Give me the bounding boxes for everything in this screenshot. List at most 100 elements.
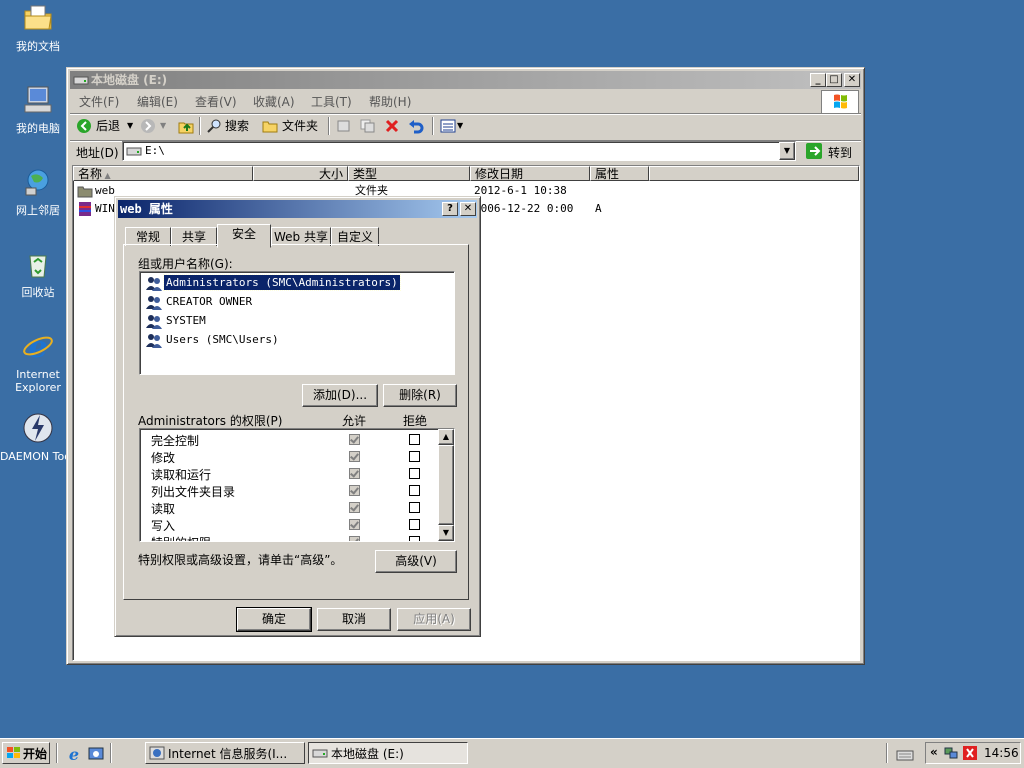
- language-bar-icon[interactable]: [896, 746, 914, 762]
- delete-button[interactable]: [382, 115, 402, 137]
- network-tray-icon[interactable]: [943, 745, 959, 761]
- user-item[interactable]: Administrators (SMC\Administrators): [142, 274, 454, 293]
- permission-row: 列出文件夹目录: [140, 482, 438, 499]
- views-button[interactable]: ▼: [438, 115, 466, 137]
- desktop-icon-my-documents[interactable]: 我的文档: [0, 2, 76, 53]
- scroll-thumb[interactable]: [438, 445, 454, 525]
- deny-column-label: 拒绝: [403, 414, 428, 428]
- user-item[interactable]: SYSTEM: [142, 312, 454, 331]
- move-to-icon: [337, 120, 350, 132]
- properties-dialog: web 属性 ? ✕ 常规 共享 安全 Web 共享 自定义 组或用户名称(G)…: [114, 196, 481, 637]
- column-size[interactable]: 大小: [253, 166, 348, 181]
- security-panel: 组或用户名称(G): Administrators (SMC\Administr…: [123, 244, 469, 600]
- dialog-titlebar[interactable]: web 属性 ? ✕: [118, 200, 477, 218]
- alert-tray-icon[interactable]: [962, 745, 978, 761]
- back-dropdown-icon[interactable]: ▼: [127, 115, 133, 137]
- address-input[interactable]: E:\ ▼: [122, 141, 796, 161]
- task-explorer-button[interactable]: 本地磁盘 (E:): [308, 742, 468, 764]
- views-dropdown-icon[interactable]: ▼: [457, 115, 463, 137]
- close-button[interactable]: ✕: [844, 73, 860, 87]
- taskbar: 开始 e Internet 信息服务(I... 本地磁盘 (E:) « 14:5…: [0, 738, 1024, 768]
- undo-button[interactable]: [406, 115, 426, 137]
- address-dropdown-button[interactable]: ▼: [779, 142, 795, 160]
- deny-checkbox[interactable]: [409, 468, 420, 479]
- menu-help[interactable]: 帮助(H): [369, 92, 411, 112]
- user-item[interactable]: CREATOR OWNER: [142, 293, 454, 312]
- user-item[interactable]: Users (SMC\Users): [142, 331, 454, 350]
- deny-checkbox[interactable]: [409, 485, 420, 496]
- go-button[interactable]: 转到: [803, 141, 857, 161]
- user-group-icon: [146, 334, 162, 348]
- file-attr: A: [595, 202, 602, 215]
- folders-button[interactable]: 文件夹: [260, 115, 322, 137]
- address-bar: 地址(D) E:\ ▼ 转到: [70, 141, 861, 163]
- permission-label: 列出文件夹目录: [151, 485, 236, 499]
- clock[interactable]: 14:56: [984, 746, 1019, 760]
- deny-checkbox[interactable]: [409, 451, 420, 462]
- remove-button[interactable]: 删除(R): [383, 384, 457, 407]
- users-list[interactable]: Administrators (SMC\Administrators) CREA…: [139, 271, 455, 375]
- add-button[interactable]: 添加(D)...: [302, 384, 378, 407]
- copy-to-button[interactable]: [358, 115, 378, 137]
- menu-tools[interactable]: 工具(T): [311, 92, 352, 112]
- deny-checkbox[interactable]: [409, 536, 420, 541]
- dialog-close-button[interactable]: ✕: [460, 202, 476, 216]
- undo-icon: [409, 120, 424, 134]
- desktop-icon-my-computer[interactable]: 我的电脑: [0, 84, 76, 135]
- allow-checkbox[interactable]: [349, 485, 360, 496]
- allow-checkbox[interactable]: [349, 451, 360, 462]
- move-to-button[interactable]: [334, 115, 354, 137]
- allow-checkbox[interactable]: [349, 536, 360, 541]
- desktop-icon-ie[interactable]: e Internet Explorer: [0, 330, 76, 394]
- scroll-up-button[interactable]: ▲: [438, 429, 454, 445]
- start-button[interactable]: 开始: [2, 742, 50, 764]
- allow-checkbox[interactable]: [349, 434, 360, 445]
- menu-favorites[interactable]: 收藏(A): [253, 92, 295, 112]
- allow-checkbox[interactable]: [349, 502, 360, 513]
- advanced-button[interactable]: 高级(V): [375, 550, 457, 573]
- forward-arrow-icon: [141, 119, 155, 133]
- help-button[interactable]: ?: [442, 202, 458, 216]
- quicklaunch-desktop-icon[interactable]: [88, 746, 104, 762]
- deny-checkbox[interactable]: [409, 502, 420, 513]
- forward-button[interactable]: ▼: [138, 115, 168, 137]
- up-folder-icon: [178, 122, 194, 134]
- go-arrow-icon: [806, 143, 822, 159]
- deny-checkbox[interactable]: [409, 519, 420, 530]
- cancel-button[interactable]: 取消: [317, 608, 391, 631]
- tray-expand-button[interactable]: «: [930, 745, 938, 759]
- search-button[interactable]: 搜索: [204, 115, 254, 137]
- menu-view[interactable]: 查看(V): [195, 92, 237, 112]
- quicklaunch-ie-icon[interactable]: e: [66, 746, 82, 762]
- desktop-icon-label: 我的文档: [16, 40, 60, 53]
- apply-button[interactable]: 应用(A): [397, 608, 471, 631]
- allow-checkbox[interactable]: [349, 519, 360, 530]
- minimize-button[interactable]: _: [810, 73, 826, 87]
- column-type[interactable]: 类型: [348, 166, 470, 181]
- column-attributes[interactable]: 属性: [590, 166, 649, 181]
- desktop-icon-recycle-bin[interactable]: 回收站: [0, 248, 76, 299]
- column-date[interactable]: 修改日期: [470, 166, 590, 181]
- back-button[interactable]: 后退 ▼: [74, 115, 136, 137]
- ok-button[interactable]: 确定: [236, 607, 312, 632]
- permission-row: 修改: [140, 448, 438, 465]
- task-iis-button[interactable]: Internet 信息服务(I...: [145, 742, 305, 764]
- desktop-icon-daemon-tools[interactable]: DAEMON Tools: [0, 412, 80, 463]
- scroll-down-button[interactable]: ▼: [438, 525, 454, 541]
- permission-row: 写入: [140, 516, 438, 533]
- explorer-titlebar[interactable]: 本地磁盘 (E:) _ □ ✕: [70, 71, 861, 89]
- permissions-scrollbar[interactable]: ▲ ▼: [438, 429, 454, 541]
- column-name[interactable]: 名称 ▲: [73, 166, 253, 181]
- menu-file[interactable]: 文件(F): [79, 92, 119, 112]
- menu-edit[interactable]: 编辑(E): [137, 92, 178, 112]
- forward-dropdown-icon[interactable]: ▼: [160, 115, 166, 137]
- allow-checkbox[interactable]: [349, 468, 360, 479]
- deny-checkbox[interactable]: [409, 434, 420, 445]
- tab-security[interactable]: 安全: [217, 224, 271, 248]
- recycle-bin-icon: [29, 255, 47, 278]
- up-folder-button[interactable]: [176, 115, 196, 137]
- maximize-button[interactable]: □: [826, 73, 842, 87]
- desktop-icon-network[interactable]: 网上邻居: [0, 166, 76, 217]
- folders-icon: [262, 121, 278, 133]
- folder-documents-icon: [24, 5, 52, 30]
